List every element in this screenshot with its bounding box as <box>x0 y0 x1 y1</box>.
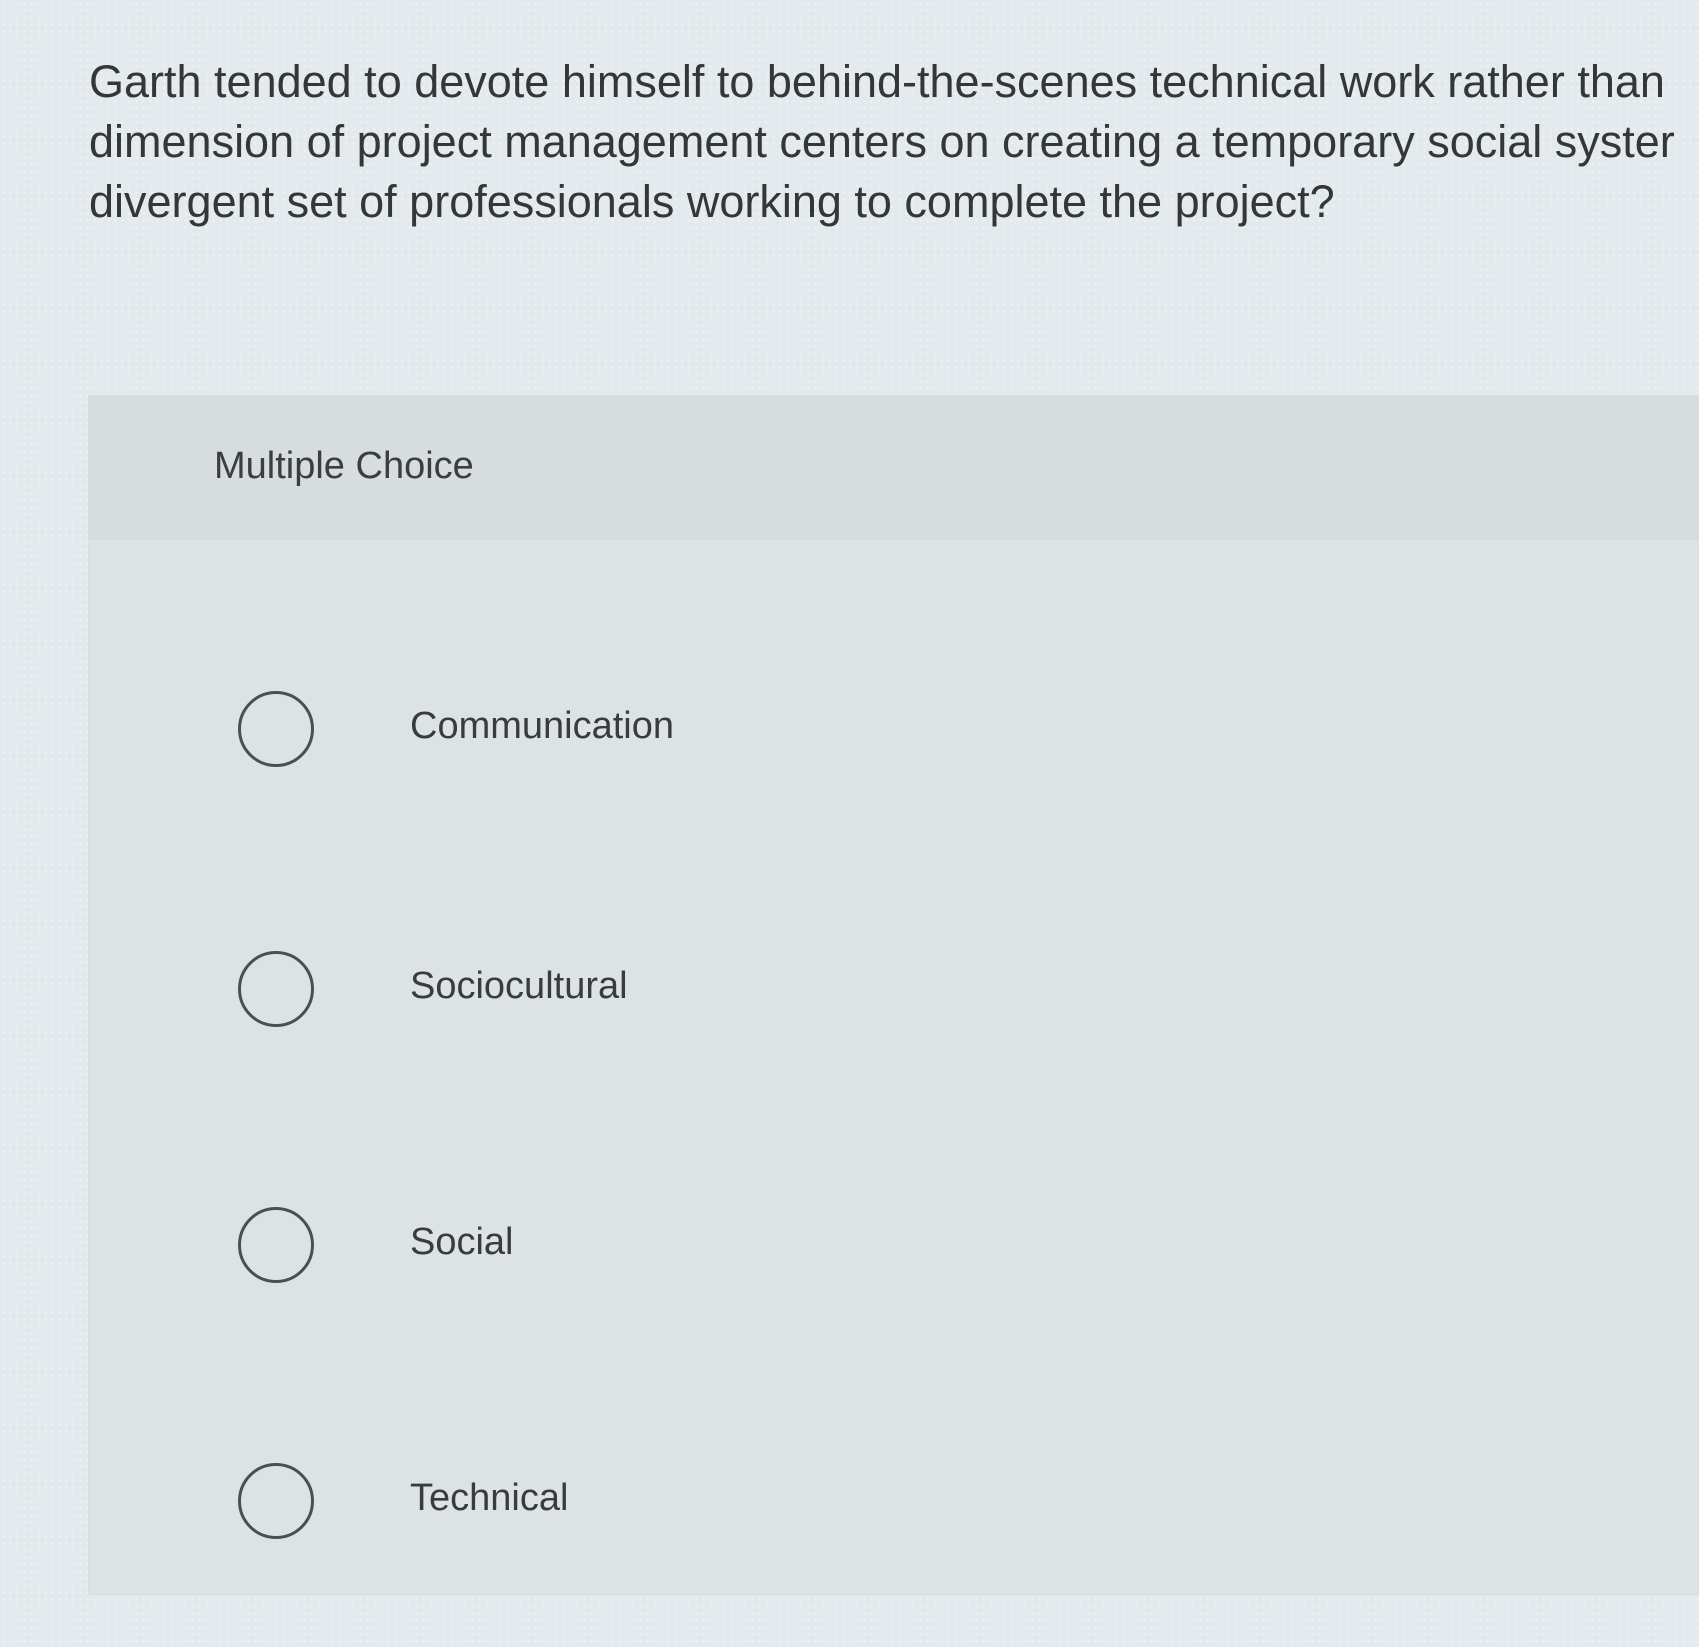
option-social[interactable]: Social <box>238 1207 1138 1291</box>
option-label: Technical <box>410 1477 569 1519</box>
option-label: Sociocultural <box>410 965 628 1007</box>
option-label: Communication <box>410 705 674 747</box>
question-line-3: divergent set of professionals working t… <box>89 176 1335 227</box>
question-line-2: dimension of project management centers … <box>89 116 1675 167</box>
question-text: Garth tended to devote himself to behind… <box>89 52 1699 232</box>
option-technical[interactable]: Technical <box>238 1463 1138 1547</box>
radio-button[interactable] <box>238 1207 314 1283</box>
option-sociocultural[interactable]: Sociocultural <box>238 951 1138 1035</box>
radio-button[interactable] <box>238 1463 314 1539</box>
radio-button[interactable] <box>238 951 314 1027</box>
panel-header: Multiple Choice <box>88 395 1699 540</box>
panel-label: Multiple Choice <box>214 445 474 487</box>
radio-button[interactable] <box>238 691 314 767</box>
option-communication[interactable]: Communication <box>238 691 1138 775</box>
question-line-1: Garth tended to devote himself to behind… <box>89 56 1665 107</box>
multiple-choice-panel: Multiple Choice Communication Sociocultu… <box>88 395 1699 1595</box>
option-label: Social <box>410 1221 514 1263</box>
